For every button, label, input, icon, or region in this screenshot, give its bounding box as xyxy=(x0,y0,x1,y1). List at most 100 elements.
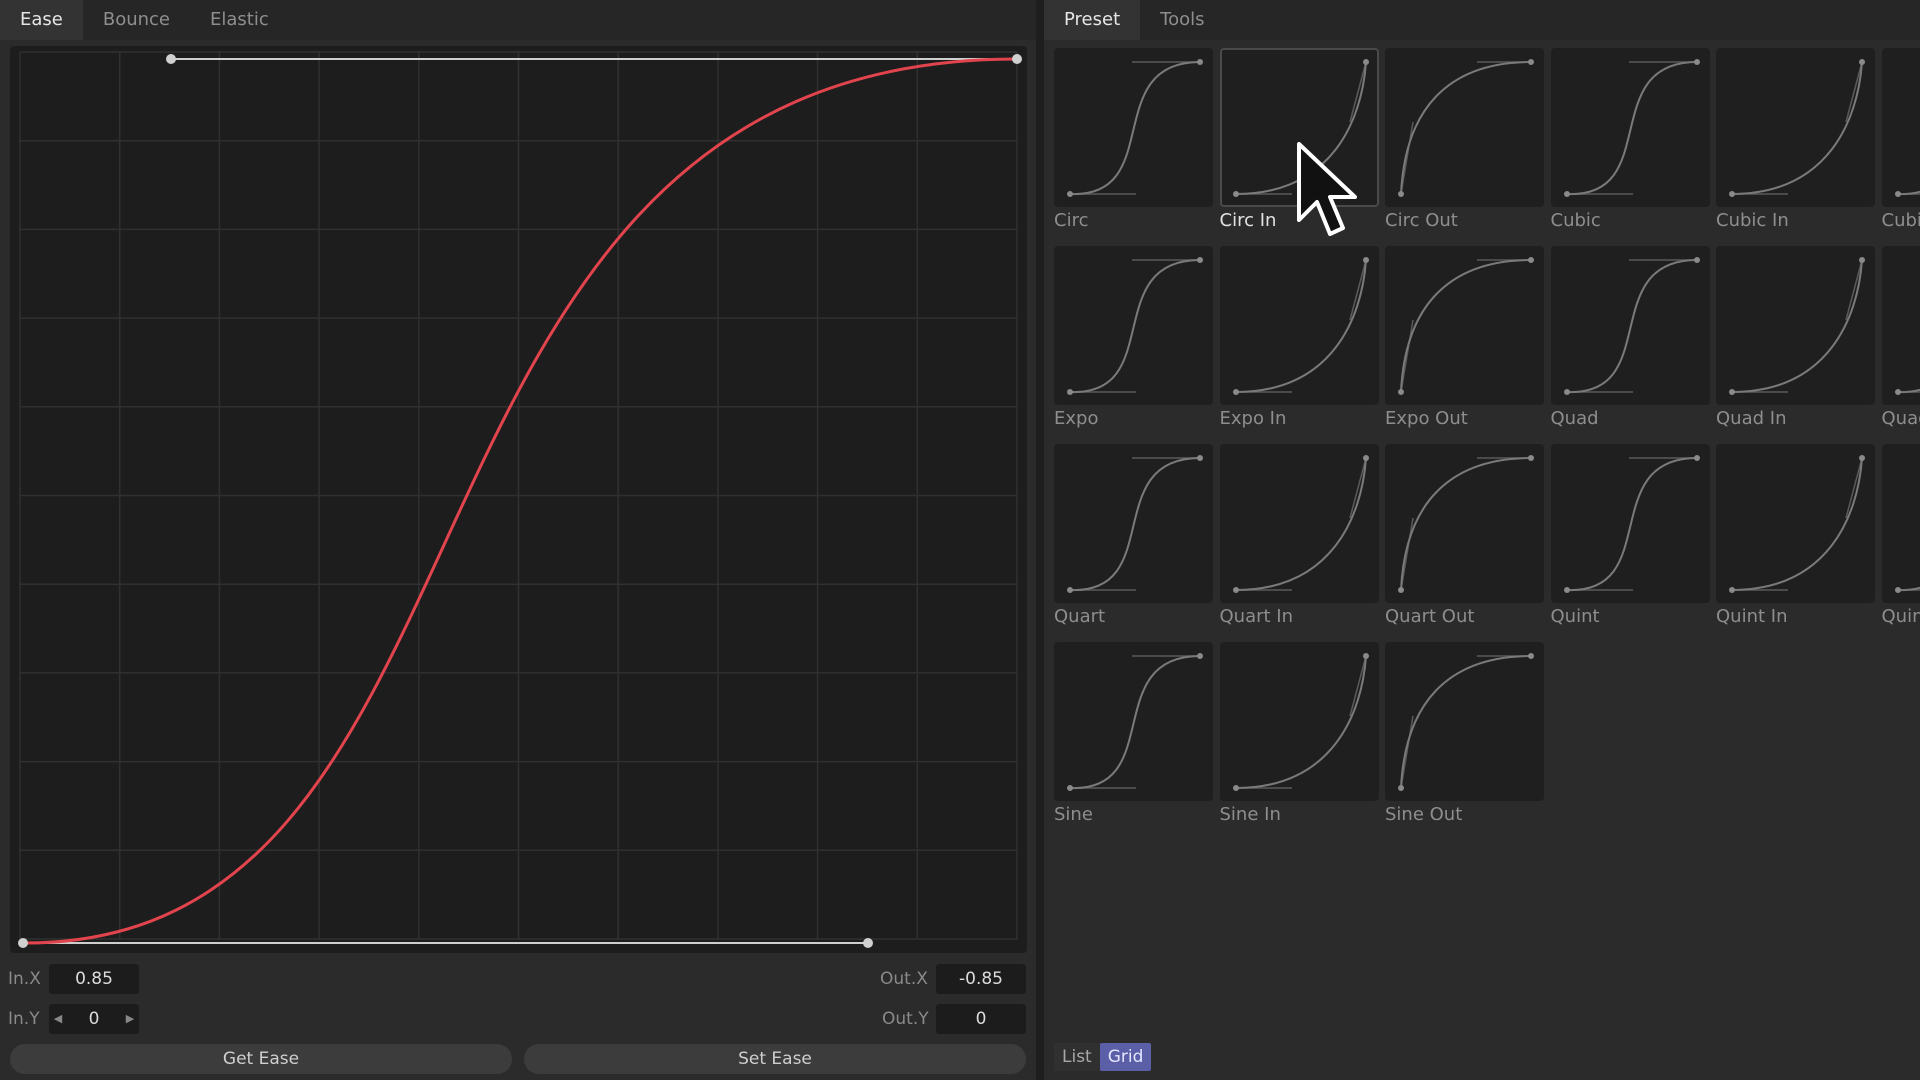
preset-thumbnail xyxy=(1385,246,1544,405)
preset-item-quad[interactable]: Quad xyxy=(1881,246,1920,436)
curve-end-point[interactable] xyxy=(1012,54,1022,64)
preset-item-sine-in[interactable]: Sine In xyxy=(1219,642,1379,832)
preset-thumbnail xyxy=(1385,48,1544,207)
in-x-input[interactable]: 0.85 xyxy=(49,964,139,994)
preset-curve-graphic xyxy=(1232,455,1369,593)
preset-thumbnail xyxy=(1054,246,1213,405)
preset-thumbnail xyxy=(1716,246,1875,405)
handle-bottom-right-point[interactable] xyxy=(863,938,873,948)
tab-elastic[interactable]: Elastic xyxy=(190,0,289,40)
preset-label: Circ Out xyxy=(1385,210,1458,231)
preset-label: Circ xyxy=(1054,210,1089,231)
preset-item-quint[interactable]: Quint xyxy=(1881,444,1920,634)
preset-label: Cubic In xyxy=(1716,210,1789,231)
preset-thumbnail xyxy=(1881,246,1920,405)
preset-thumbnail xyxy=(1550,48,1710,207)
preset-item-quart-in[interactable]: Quart In xyxy=(1219,444,1379,634)
preset-item-quint-in[interactable]: Quint In xyxy=(1716,444,1875,634)
preset-label: Expo In xyxy=(1219,408,1287,429)
preset-curve-graphic xyxy=(1894,388,1920,395)
mouse-cursor-icon xyxy=(1297,142,1357,236)
graph-grid xyxy=(19,51,1018,940)
preset-thumbnail xyxy=(1219,246,1379,405)
preset-curve-graphic xyxy=(1067,455,1203,593)
preset-item-expo-in[interactable]: Expo In xyxy=(1219,246,1379,436)
in-x-label: In.X xyxy=(8,969,41,989)
preset-item-quart-out[interactable]: Quart Out xyxy=(1385,444,1544,634)
preset-curve-graphic xyxy=(1398,653,1534,791)
preset-item-sine-out[interactable]: Sine Out xyxy=(1385,642,1544,832)
preset-label: Quint In xyxy=(1716,606,1788,627)
increment-icon[interactable]: ▶ xyxy=(123,1004,137,1034)
tab-bounce[interactable]: Bounce xyxy=(83,0,190,40)
preset-item-expo-out[interactable]: Expo Out xyxy=(1385,246,1544,436)
preset-curve-graphic xyxy=(1563,257,1700,395)
ease-editor-panel: Ease Bounce Elastic In.X 0.85 In.Y ◀ 0 ▶… xyxy=(0,0,1036,1080)
preset-thumbnail xyxy=(1716,48,1875,207)
preset-label: Cubic xyxy=(1881,210,1920,231)
curve-graph[interactable] xyxy=(10,46,1027,953)
preset-thumbnail xyxy=(1550,444,1710,603)
preset-curve-graphic xyxy=(1563,455,1700,593)
decrement-icon[interactable]: ◀ xyxy=(51,1004,65,1034)
in-y-label: In.Y xyxy=(8,1009,40,1029)
preset-item-cubic[interactable]: Cubic xyxy=(1881,48,1920,238)
ease-curve xyxy=(22,57,1018,945)
preset-thumbnail xyxy=(1219,642,1379,801)
preset-label: Quad xyxy=(1550,408,1599,429)
preset-item-circ[interactable]: Circ xyxy=(1054,48,1213,238)
get-ease-button[interactable]: Get Ease xyxy=(10,1044,512,1074)
preset-thumbnail xyxy=(1054,642,1213,801)
tab-tools[interactable]: Tools xyxy=(1140,0,1224,40)
preset-label: Sine In xyxy=(1219,804,1281,825)
list-view-button[interactable]: List xyxy=(1054,1043,1100,1071)
panel-divider[interactable] xyxy=(1036,0,1044,1080)
preset-item-quad-in[interactable]: Quad In xyxy=(1716,246,1875,436)
tab-ease[interactable]: Ease xyxy=(0,0,83,40)
preset-label: Quart Out xyxy=(1385,606,1475,627)
preset-item-expo[interactable]: Expo xyxy=(1054,246,1213,436)
ease-tabbar: Ease Bounce Elastic xyxy=(0,0,1036,40)
preset-item-sine[interactable]: Sine xyxy=(1054,642,1213,832)
in-y-stepper[interactable]: ◀ 0 ▶ xyxy=(49,1004,139,1034)
preset-label: Sine xyxy=(1054,804,1093,825)
preset-thumbnail xyxy=(1881,48,1920,207)
preset-item-quart[interactable]: Quart xyxy=(1054,444,1213,634)
preset-item-quint[interactable]: Quint xyxy=(1550,444,1710,634)
preset-label: Quint xyxy=(1881,606,1920,627)
preset-curve-graphic xyxy=(1067,653,1203,791)
preset-curve-graphic xyxy=(1398,455,1534,593)
handle-top-left-point[interactable] xyxy=(166,54,176,64)
preset-curve-graphic xyxy=(1232,653,1369,791)
preset-thumbnail xyxy=(1054,444,1213,603)
out-x-input[interactable]: -0.85 xyxy=(936,964,1026,994)
preset-item-circ-out[interactable]: Circ Out xyxy=(1385,48,1544,238)
preset-curve-graphic xyxy=(1563,59,1700,197)
preset-item-cubic[interactable]: Cubic xyxy=(1550,48,1710,238)
preset-label: Circ In xyxy=(1219,210,1277,231)
preset-tabbar: Preset Tools xyxy=(1044,0,1920,40)
preset-item-cubic-in[interactable]: Cubic In xyxy=(1716,48,1875,238)
preset-curve-graphic xyxy=(1894,586,1920,593)
preset-item-quad[interactable]: Quad xyxy=(1550,246,1710,436)
preset-curve-graphic xyxy=(1398,59,1534,197)
preset-label: Cubic xyxy=(1550,210,1601,231)
preset-panel: Preset Tools Circ Circ In Circ Out Cubic Cub… xyxy=(1044,0,1920,1080)
preset-curve-graphic xyxy=(1398,257,1534,395)
preset-curve-graphic xyxy=(1729,257,1865,395)
out-y-input[interactable]: 0 xyxy=(936,1004,1026,1034)
view-mode-toggle: List Grid xyxy=(1054,1043,1152,1071)
preset-thumbnail xyxy=(1385,642,1544,801)
set-ease-button[interactable]: Set Ease xyxy=(524,1044,1026,1074)
preset-thumbnail xyxy=(1054,48,1213,207)
preset-curve-graphic xyxy=(1894,190,1920,197)
preset-thumbnail xyxy=(1219,444,1379,603)
curve-start-point[interactable] xyxy=(18,938,28,948)
preset-label: Expo xyxy=(1054,408,1099,429)
curve-graph-canvas[interactable] xyxy=(10,46,1027,953)
tab-preset[interactable]: Preset xyxy=(1044,0,1141,40)
grid-view-button[interactable]: Grid xyxy=(1099,1043,1152,1071)
in-y-value: 0 xyxy=(88,1009,100,1029)
preset-label: Quint xyxy=(1550,606,1600,627)
preset-label: Quad In xyxy=(1716,408,1787,429)
